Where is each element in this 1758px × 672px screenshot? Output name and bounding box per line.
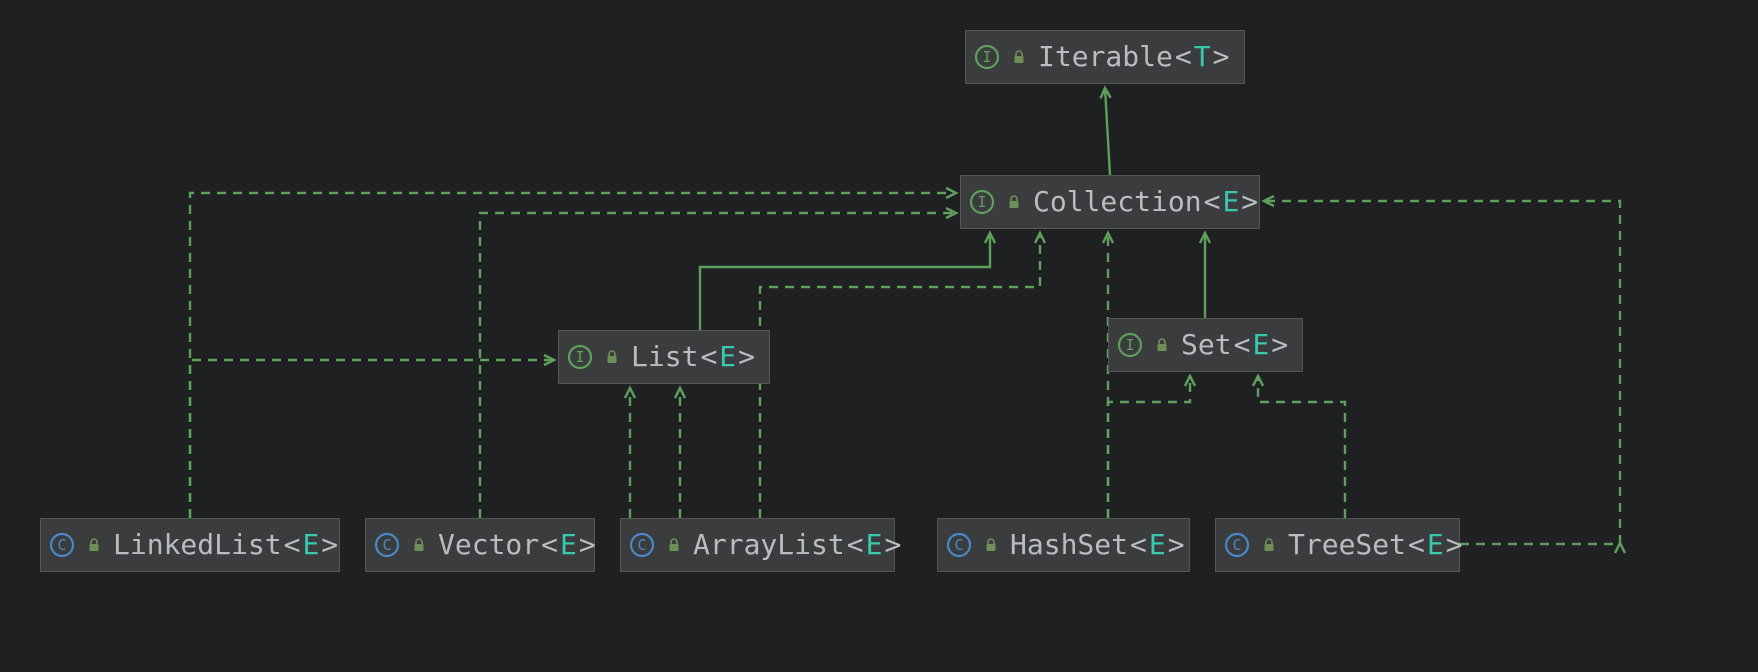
interface-icon: I [969, 189, 995, 215]
svg-text:I: I [977, 193, 986, 211]
lock-icon [410, 536, 428, 554]
class-icon: C [49, 532, 75, 558]
svg-text:C: C [1232, 536, 1241, 554]
uml-node-hashset[interactable]: C HashSet<E> [937, 518, 1190, 572]
lock-icon [1153, 336, 1171, 354]
svg-text:I: I [575, 348, 584, 366]
class-icon: C [629, 532, 655, 558]
type-label: Vector<E> [438, 531, 598, 559]
uml-node-collection[interactable]: I Collection<E> [960, 175, 1260, 229]
edge [190, 360, 554, 518]
edge [1258, 376, 1345, 518]
edge [1460, 543, 1620, 544]
lock-icon [982, 536, 1000, 554]
type-label: ArrayList<E> [693, 531, 903, 559]
edge [700, 233, 990, 330]
lock-icon [665, 536, 683, 554]
svg-text:C: C [954, 536, 963, 554]
lock-icon [603, 348, 621, 366]
interface-icon: I [567, 344, 593, 370]
type-label: Collection<E> [1033, 188, 1260, 216]
edge [1108, 376, 1190, 518]
lock-icon [1260, 536, 1278, 554]
lock-icon [1010, 48, 1028, 66]
uml-node-linkedlist[interactable]: C LinkedList<E> [40, 518, 340, 572]
class-icon: C [374, 532, 400, 558]
svg-text:C: C [382, 536, 391, 554]
uml-node-arraylist[interactable]: CArrayList<E> [620, 518, 895, 572]
type-label: List<E> [631, 343, 757, 371]
class-icon: C [1224, 532, 1250, 558]
interface-icon: I [974, 44, 1000, 70]
svg-text:C: C [637, 536, 646, 554]
svg-text:I: I [982, 48, 991, 66]
uml-node-set[interactable]: I Set<E> [1108, 318, 1303, 372]
svg-text:I: I [1125, 336, 1134, 354]
type-label: HashSet<E> [1010, 531, 1187, 559]
uml-node-iterable[interactable]: I Iterable<T> [965, 30, 1245, 84]
class-icon: C [946, 532, 972, 558]
edge [760, 233, 1040, 518]
uml-node-list[interactable]: I List<E> [558, 330, 770, 384]
type-label: TreeSet<E> [1288, 531, 1465, 559]
svg-text:C: C [57, 536, 66, 554]
edge [1105, 88, 1110, 175]
type-label: Set<E> [1181, 331, 1290, 359]
interface-icon: I [1117, 332, 1143, 358]
type-label: Iterable<T> [1038, 43, 1231, 71]
uml-node-vector[interactable]: C Vector<E> [365, 518, 595, 572]
lock-icon [85, 536, 103, 554]
type-label: LinkedList<E> [113, 531, 340, 559]
uml-node-treeset[interactable]: CTreeSet<E> [1215, 518, 1460, 572]
lock-icon [1005, 193, 1023, 211]
edge [1264, 201, 1620, 544]
